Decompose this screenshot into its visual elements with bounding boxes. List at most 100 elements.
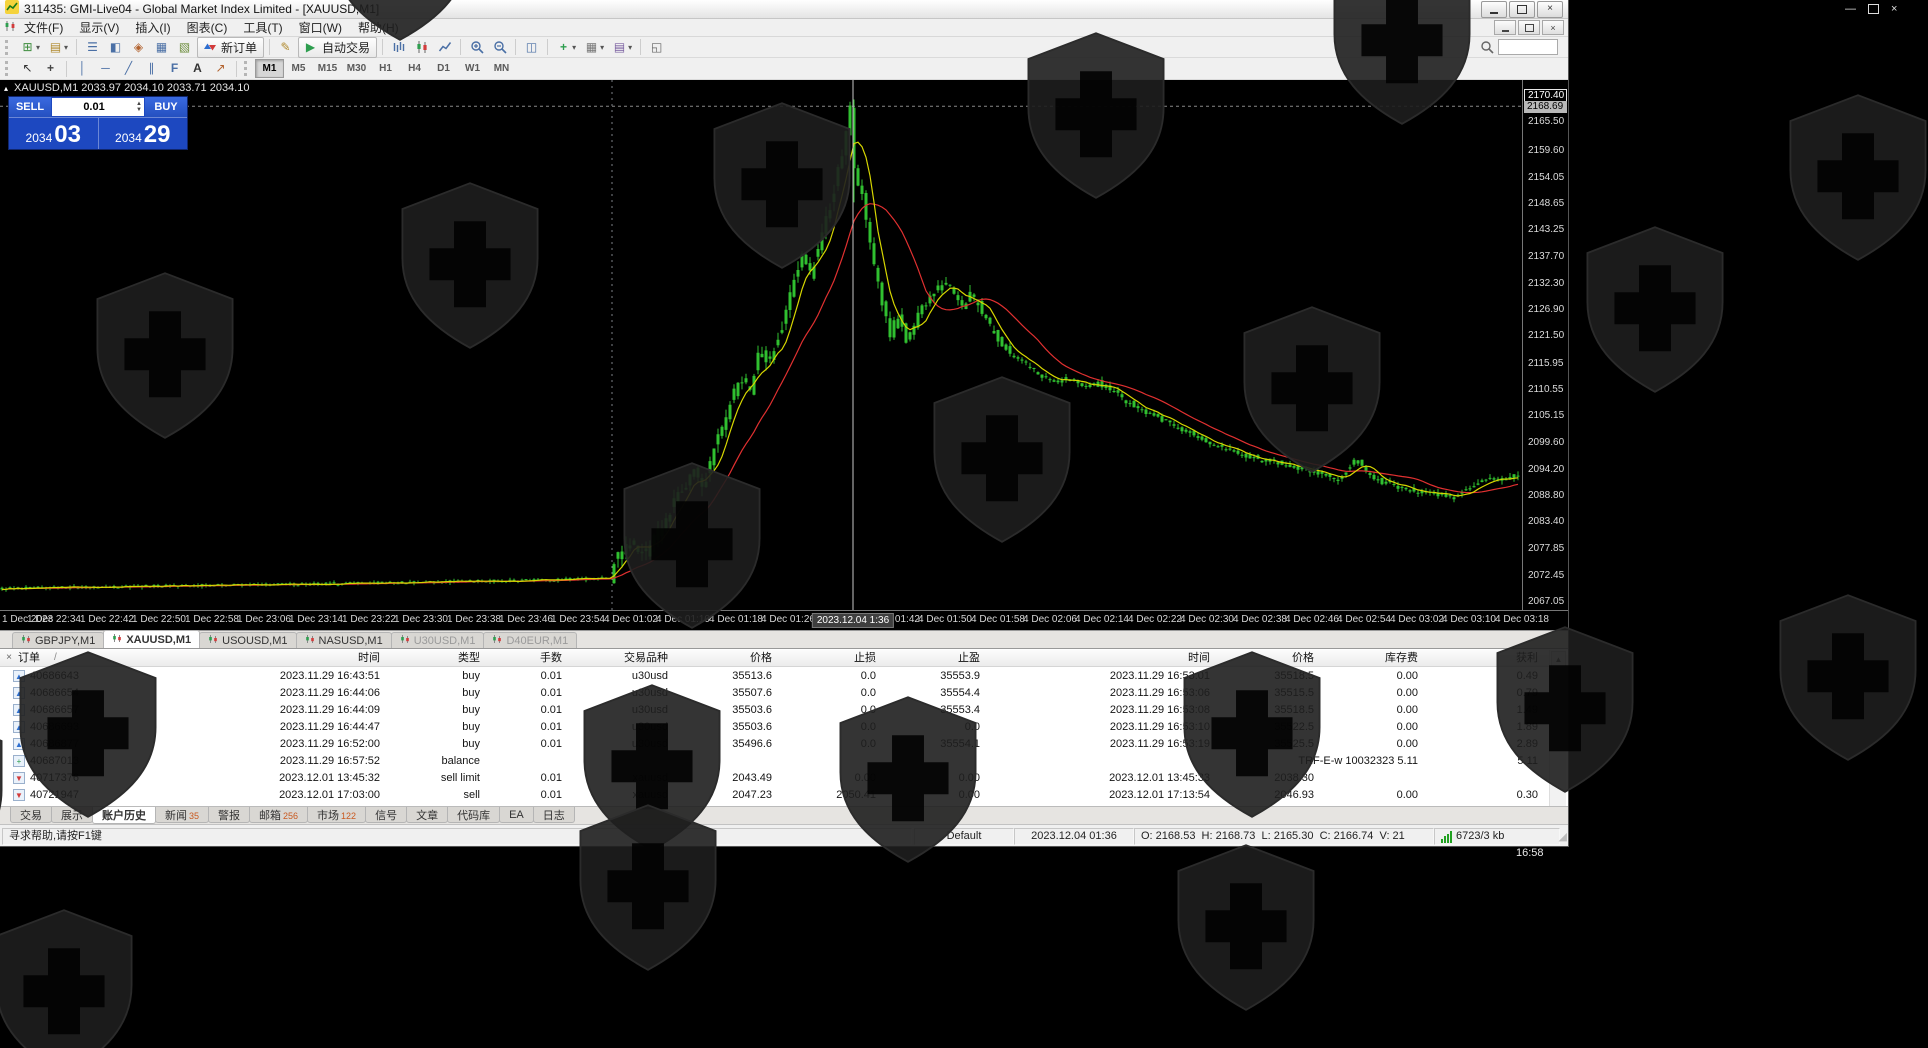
menu-item-3[interactable]: 图表(C) (179, 18, 236, 37)
timeframe-D1[interactable]: D1 (429, 59, 458, 78)
chart-tab-U30USD,M1[interactable]: U30USD,M1 (391, 632, 485, 648)
bars-button[interactable] (388, 37, 409, 58)
toolbar-grip[interactable] (5, 40, 11, 55)
child-restore-button[interactable] (1518, 20, 1540, 35)
cursor-button[interactable]: ↖ (17, 58, 38, 79)
column-header-5[interactable]: 价格 (750, 650, 772, 666)
zoom-out-button[interactable] (489, 37, 510, 58)
timeframe-M15[interactable]: M15 (313, 59, 342, 78)
oct-toggle-icon[interactable]: ▴ (4, 84, 8, 93)
column-header-11[interactable]: 获利 (1516, 650, 1538, 666)
column-header-1[interactable]: 时间 (358, 650, 380, 666)
column-header-4[interactable]: 交易品种 (624, 650, 668, 666)
profiles-button[interactable]: ▤▾ (45, 37, 71, 58)
terminal-close-icon[interactable]: × (3, 650, 15, 666)
timeframe-H4[interactable]: H4 (400, 59, 429, 78)
menu-item-5[interactable]: 窗口(W) (291, 18, 350, 37)
trendline-button[interactable]: ╱ (118, 58, 139, 79)
vertical-line-button[interactable]: │ (72, 58, 93, 79)
chart-tab-USOUSD,M1[interactable]: USOUSD,M1 (199, 632, 296, 648)
history-row[interactable]: ▼407173762023.12.01 13:45:32sell limit0.… (0, 770, 1568, 787)
metaeditor-button[interactable]: ✎ (275, 37, 296, 58)
navigator-button[interactable]: ◈ (128, 37, 149, 58)
menu-item-0[interactable]: 文件(F) (16, 18, 71, 37)
timeframe-M1[interactable]: M1 (255, 59, 284, 78)
history-row[interactable]: ▲406866572023.11.29 16:44:09buy0.01u30us… (0, 702, 1568, 719)
child-close-button[interactable]: × (1542, 20, 1564, 35)
data-window-button[interactable]: ◧ (105, 37, 126, 58)
fibonacci-button[interactable]: F (164, 58, 185, 79)
column-header-10[interactable]: 库存费 (1385, 650, 1418, 666)
strategy-tester-button[interactable]: ▧ (174, 37, 195, 58)
terminal-tab-市场[interactable]: 市场122 (307, 807, 366, 823)
scroll-up-icon[interactable]: ▲ (1551, 651, 1566, 667)
dropdown-caret-icon[interactable]: ▾ (600, 43, 604, 52)
column-header-7[interactable]: 止盈 (958, 650, 980, 666)
chart-tab-D40EUR,M1[interactable]: D40EUR,M1 (483, 632, 577, 648)
timeframe-M30[interactable]: M30 (342, 59, 371, 78)
price-axis[interactable]: 2170.40 2168.69 2165.502159.602154.05214… (1522, 80, 1568, 610)
terminal-tab-日志[interactable]: 日志 (533, 807, 575, 823)
autotrading-button[interactable]: ▶自动交易 (298, 37, 377, 58)
lot-size-input[interactable] (52, 101, 136, 113)
terminal-tab-邮箱[interactable]: 邮箱256 (249, 807, 308, 823)
search-input[interactable] (1498, 39, 1558, 55)
history-row[interactable]: ▲406868772023.11.29 16:52:00buy0.01u30us… (0, 736, 1568, 753)
column-header-9[interactable]: 价格 (1292, 650, 1314, 666)
dropdown-caret-icon[interactable]: ▾ (64, 43, 68, 52)
bg-minimize-icon[interactable]: — (1845, 3, 1856, 15)
crosshair-button[interactable]: + (40, 58, 61, 79)
candlestick-chart[interactable] (0, 80, 1522, 610)
terminal-tab-文章[interactable]: 文章 (406, 807, 448, 823)
history-row[interactable]: ▲406866542023.11.29 16:44:06buy0.01u30us… (0, 685, 1568, 702)
menu-item-2[interactable]: 插入(I) (127, 18, 178, 37)
history-row[interactable]: ▲406866932023.11.29 16:44:47buy0.01u30us… (0, 719, 1568, 736)
horizontal-line-button[interactable]: ─ (95, 58, 116, 79)
buy-button[interactable]: BUY (145, 97, 187, 117)
resize-grip-icon[interactable]: ◢ (1559, 830, 1567, 843)
new-chart-button[interactable]: ⊞▾ (17, 37, 43, 58)
terminal-tab-警报[interactable]: 警报 (208, 807, 250, 823)
history-row[interactable]: +406870132023.11.29 16:57:52balanceTRF-E… (0, 753, 1568, 770)
timeframe-MN[interactable]: MN (487, 59, 516, 78)
menu-item-6[interactable]: 帮助(H) (350, 18, 407, 37)
text-label-button[interactable]: A (187, 58, 208, 79)
chart-tab-NASUSD,M1[interactable]: NASUSD,M1 (296, 632, 392, 648)
terminal-tab-EA[interactable]: EA (499, 807, 534, 823)
dropdown-caret-icon[interactable]: ▾ (628, 43, 632, 52)
child-minimize-button[interactable] (1494, 20, 1516, 35)
channel-button[interactable]: ∥ (141, 58, 162, 79)
tile-windows-button[interactable]: ◫ (521, 37, 542, 58)
menu-item-4[interactable]: 工具(T) (235, 18, 290, 37)
close-button[interactable]: × (1537, 1, 1563, 18)
templates-button[interactable]: ▤▾ (609, 37, 635, 58)
bg-close-icon[interactable]: × (1891, 3, 1897, 15)
column-header-8[interactable]: 时间 (1188, 650, 1210, 666)
history-row[interactable]: ▼407219472023.12.01 17:03:00sell0.01xauu… (0, 787, 1568, 804)
periods-button[interactable]: ▦▾ (581, 37, 607, 58)
toolbar-grip[interactable] (5, 61, 11, 76)
bg-restore-icon[interactable] (1868, 4, 1879, 14)
column-header-2[interactable]: 类型 (458, 650, 480, 666)
maximize-button[interactable] (1509, 1, 1535, 18)
arrow-object-button[interactable]: ↗ (210, 58, 231, 79)
dropdown-caret-icon[interactable]: ▾ (36, 43, 40, 52)
new-order-button[interactable]: 新订单 (197, 37, 264, 58)
indicators-button[interactable]: +▾ (553, 37, 579, 58)
column-header-6[interactable]: 止损 (854, 650, 876, 666)
chart-tab-GBPJPY,M1[interactable]: GBPJPY,M1 (12, 632, 104, 648)
terminal-tab-账户历史[interactable]: 账户历史 (92, 807, 156, 824)
fullscreen-button[interactable]: ◱ (646, 37, 667, 58)
terminal-tab-代码库[interactable]: 代码库 (447, 807, 500, 823)
chart-tab-XAUUSD,M1[interactable]: XAUUSD,M1 (103, 630, 200, 648)
dropdown-caret-icon[interactable]: ▾ (572, 43, 576, 52)
time-axis[interactable]: 1 Dec 20231 Dec 22:341 Dec 22:421 Dec 22… (0, 610, 1568, 630)
market-watch-button[interactable]: ☰ (82, 37, 103, 58)
minimize-button[interactable] (1481, 1, 1507, 18)
zoom-in-button[interactable] (466, 37, 487, 58)
history-row[interactable]: ▲406866432023.11.29 16:43:51buy0.01u30us… (0, 668, 1568, 685)
status-profile[interactable]: Default (914, 828, 1014, 845)
timeframe-H1[interactable]: H1 (371, 59, 400, 78)
column-header-3[interactable]: 手数 (540, 650, 562, 666)
column-header-0[interactable]: 订单 (18, 650, 40, 666)
